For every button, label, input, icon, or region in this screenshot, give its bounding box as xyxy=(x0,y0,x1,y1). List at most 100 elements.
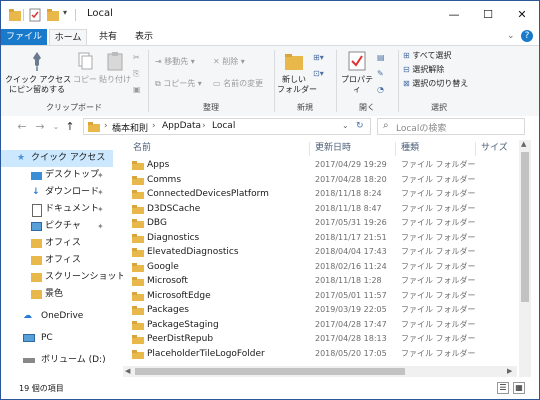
pin-icon[interactable]: ✦ xyxy=(97,184,104,201)
copy-to-button[interactable]: ⧉ コピー先 ▾ xyxy=(155,78,202,90)
file-row[interactable]: D3DSCache 2018/11/18 8:47 ファイル フォルダー xyxy=(123,202,517,217)
rename-button[interactable]: ▭ 名前の変更 xyxy=(213,78,263,90)
nav-item-folder[interactable]: オフィス xyxy=(1,252,113,269)
column-divider[interactable] xyxy=(475,142,476,156)
new-folder-quick-icon[interactable] xyxy=(47,8,59,22)
vertical-scrollbar[interactable]: ▲ xyxy=(519,140,531,377)
nav-item-pc[interactable]: PC xyxy=(1,330,113,347)
file-row[interactable]: PlaceholderTileLogoFolder 2018/05/20 17:0… xyxy=(123,347,517,362)
nav-item-drive[interactable]: ボリューム (D:) xyxy=(1,352,113,369)
recent-locations-icon[interactable]: ⌄ xyxy=(49,119,63,135)
scroll-right-icon[interactable]: ▶ xyxy=(507,367,512,375)
pin-icon[interactable]: ✦ xyxy=(97,218,104,235)
pin-quick-access-button[interactable]: クイック アクセス にピン留めする xyxy=(5,50,71,95)
horizontal-scrollbar[interactable]: ◀ ▶ xyxy=(123,366,517,377)
back-button[interactable]: ← xyxy=(15,119,29,135)
file-row[interactable]: Comms 2017/04/28 18:20 ファイル フォルダー xyxy=(123,173,517,188)
details-view-icon[interactable]: ☰ xyxy=(497,382,509,394)
nav-item-folder[interactable]: オフィス xyxy=(1,235,113,252)
select-none-button[interactable]: ⊟ 選択解除 xyxy=(403,64,444,76)
minimize-button[interactable]: — xyxy=(437,1,471,29)
nav-item-pictures[interactable]: ピクチャ ✦ xyxy=(1,218,113,235)
file-row[interactable]: Google 2018/02/16 11:24 ファイル フォルダー xyxy=(123,260,517,275)
file-row[interactable]: ElevatedDiagnostics 2018/04/04 17:43 ファイル … xyxy=(123,245,517,260)
tab-view[interactable]: 表示 xyxy=(129,29,159,45)
file-list: 名前 更新日時 種類 サイズ Apps 2017/04/29 19:29 ファイル … xyxy=(123,140,517,377)
properties-quick-icon[interactable] xyxy=(29,8,41,22)
invert-selection-icon: ⊠ xyxy=(403,79,410,88)
invert-selection-button[interactable]: ⊠ 選択の切り替え xyxy=(403,78,468,90)
file-row[interactable]: Packages 2019/03/19 22:05 ファイル フォルダー xyxy=(123,303,517,318)
refresh-icon[interactable]: ↻ xyxy=(356,121,364,131)
file-name: Google xyxy=(147,261,179,272)
file-name: ConnectedDevicesPlatform xyxy=(147,189,269,199)
search-box[interactable]: ⌕ Localの検索 xyxy=(377,118,525,135)
paste-shortcut-icon[interactable]: ▣ xyxy=(133,84,141,96)
file-type: ファイル フォルダー xyxy=(401,160,476,169)
file-row[interactable]: MicrosoftEdge 2017/05/01 11:57 ファイル フォルダー xyxy=(123,289,517,304)
nav-item-desktop[interactable]: デスクトップ ✦ xyxy=(1,167,113,184)
new-item-icon[interactable]: ⊞▾ xyxy=(313,52,324,64)
properties-button[interactable]: プロパティ xyxy=(339,50,375,95)
folder-icon xyxy=(31,290,42,299)
nav-item-quick-access[interactable]: ★ クイック アクセス xyxy=(1,150,113,167)
tab-share[interactable]: 共有 xyxy=(93,29,123,45)
ribbon-collapse-icon[interactable]: ⌄ xyxy=(507,31,515,41)
copy-button[interactable]: コピー xyxy=(71,50,99,85)
scroll-left-icon[interactable]: ◀ xyxy=(125,367,130,375)
copy-label: コピー xyxy=(73,75,97,84)
close-button[interactable]: ✕ xyxy=(505,1,539,29)
pin-icon[interactable]: ✦ xyxy=(97,167,104,184)
tab-home[interactable]: ホーム xyxy=(49,29,87,45)
cut-icon[interactable]: ✂ xyxy=(133,52,140,64)
column-header-type[interactable]: 種類 xyxy=(401,140,419,156)
breadcrumb-user[interactable]: 橋本和則 xyxy=(112,121,148,134)
file-row[interactable]: Microsoft 2018/11/18 1:28 ファイル フォルダー xyxy=(123,274,517,289)
open-icon[interactable]: ▤ xyxy=(377,52,385,64)
quick-access-dropdown-icon[interactable]: ▾ xyxy=(63,8,67,22)
navigation-pane: ★ クイック アクセス デスクトップ ✦ ↓ ダウンロード ✦ ドキュメント ✦… xyxy=(1,140,126,377)
large-icons-view-icon[interactable]: ▦ xyxy=(513,382,525,394)
easy-access-icon[interactable]: ⊡▾ xyxy=(313,68,324,80)
forward-button[interactable]: → xyxy=(33,119,47,135)
address-bar[interactable]: › 橋本和則 › AppData › Local ⌄ ↻ xyxy=(83,118,371,135)
nav-item-downloads[interactable]: ↓ ダウンロード ✦ xyxy=(1,184,113,201)
column-divider[interactable] xyxy=(309,142,310,156)
new-folder-button[interactable]: 新しい フォルダー xyxy=(277,50,317,95)
select-all-button[interactable]: ⊞ すべて選択 xyxy=(403,50,451,62)
nav-item-onedrive[interactable]: ☁ OneDrive xyxy=(1,308,113,325)
column-header-size[interactable]: サイズ xyxy=(481,140,508,156)
copy-path-icon[interactable]: ⎘ xyxy=(133,68,139,80)
file-row[interactable]: DBG 2017/05/31 19:26 ファイル フォルダー xyxy=(123,216,517,231)
nav-item-folder[interactable]: 景色 xyxy=(1,286,113,303)
nav-item-folder[interactable]: スクリーンショット xyxy=(1,269,126,286)
column-header-date[interactable]: 更新日時 xyxy=(315,140,351,156)
file-row[interactable]: ConnectedDevicesPlatform 2018/11/18 8:24 フ… xyxy=(123,187,517,202)
horizontal-scroll-thumb[interactable] xyxy=(135,368,405,375)
maximize-button[interactable]: ☐ xyxy=(471,1,505,29)
breadcrumb-local[interactable]: Local xyxy=(212,121,235,131)
edit-icon[interactable]: ✎ xyxy=(377,68,384,80)
column-header-name[interactable]: 名前 xyxy=(133,140,151,156)
up-button[interactable]: ↑ xyxy=(63,119,77,135)
paste-button[interactable]: 貼り付け xyxy=(99,50,131,85)
nav-item-documents[interactable]: ドキュメント ✦ xyxy=(1,201,113,218)
history-icon[interactable]: ◔ xyxy=(377,84,384,96)
column-divider[interactable] xyxy=(395,142,396,156)
drive-icon xyxy=(23,358,35,363)
select-none-icon: ⊟ xyxy=(403,65,410,74)
file-row[interactable]: Diagnostics 2018/11/17 21:51 ファイル フォルダー xyxy=(123,231,517,246)
file-type: ファイル フォルダー xyxy=(401,334,476,343)
address-dropdown-icon[interactable]: ⌄ xyxy=(342,121,349,130)
move-to-button[interactable]: ⇥ 移動先 ▾ xyxy=(155,56,195,68)
delete-button[interactable]: ✕ 削除 ▾ xyxy=(213,56,245,68)
file-row[interactable]: PackageStaging 2017/04/28 17:47 ファイル フォルダー xyxy=(123,318,517,333)
file-row[interactable]: PeerDistRepub 2017/04/28 18:13 ファイル フォルダー xyxy=(123,332,517,347)
pin-icon[interactable]: ✦ xyxy=(97,201,104,218)
help-icon[interactable]: ? xyxy=(521,30,533,42)
vertical-scroll-thumb[interactable] xyxy=(521,152,529,302)
tab-file[interactable]: ファイル xyxy=(1,29,47,45)
file-row[interactable]: Apps 2017/04/29 19:29 ファイル フォルダー xyxy=(123,158,517,173)
scroll-up-icon[interactable]: ▲ xyxy=(521,140,526,148)
breadcrumb-appdata[interactable]: AppData xyxy=(162,121,201,131)
